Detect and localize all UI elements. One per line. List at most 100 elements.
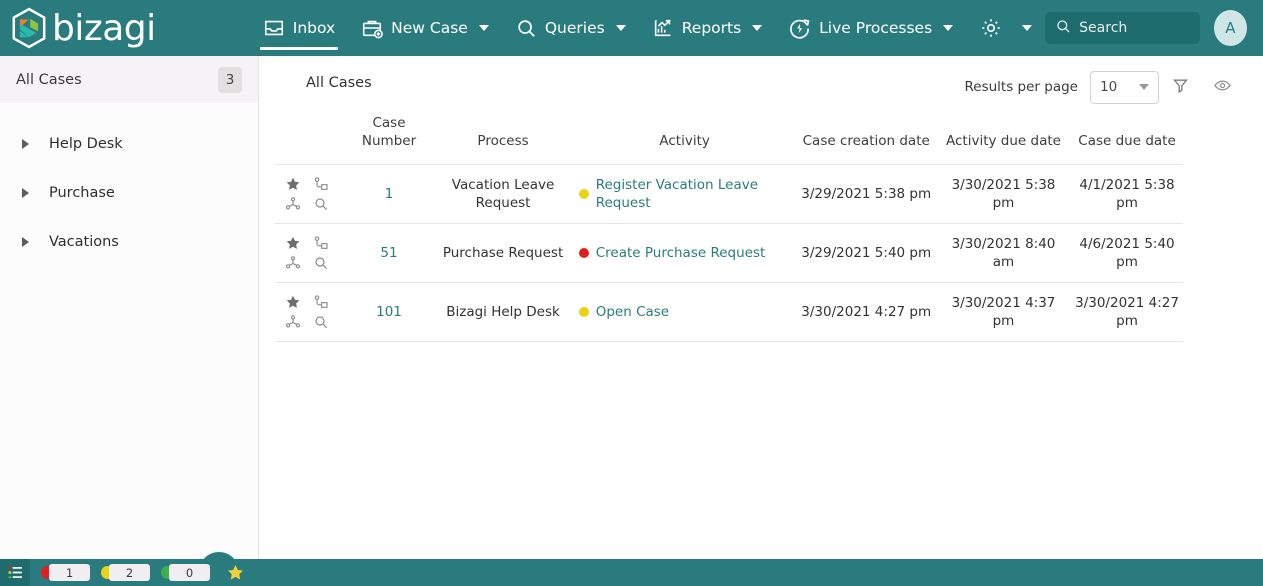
sidebar-all-cases-label: All Cases (16, 71, 82, 88)
svg-text:bizagi: bizagi (52, 8, 156, 49)
activity-link[interactable]: Create Purchase Request (596, 244, 766, 262)
nav-item-inbox-label: Inbox (292, 19, 336, 37)
sidebar-item-purchase-label: Purchase (49, 184, 115, 201)
status-counter-yellow[interactable]: 2 (101, 564, 150, 581)
process-flow-icon[interactable] (307, 292, 335, 312)
nav-item-live-processes-label: Live Processes (819, 19, 933, 37)
case-number-link[interactable]: 1 (385, 186, 394, 202)
sidebar-item-help-desk[interactable]: Help Desk (0, 119, 258, 168)
status-counter-green[interactable]: 0 (161, 564, 210, 581)
inbox-icon (263, 17, 285, 39)
sidebar-item-purchase[interactable]: Purchase (0, 168, 258, 217)
row-action-icons (279, 233, 337, 273)
status-badge (578, 189, 589, 200)
magnifier-icon[interactable] (307, 194, 335, 214)
toolbar-right: Results per page 10 (965, 59, 1243, 104)
legend-list-icon[interactable] (0, 559, 30, 586)
search-icon (515, 17, 537, 39)
cell-activity-due-date: 3/30/2021 4:37 pm (935, 282, 1072, 343)
nav-item-settings[interactable] (966, 0, 1045, 56)
avatar[interactable]: A (1213, 10, 1247, 46)
nav-item-reports-label: Reports (681, 19, 742, 37)
column-header-process[interactable]: Process (433, 106, 572, 165)
column-header-case-due-date[interactable]: Case due date (1071, 106, 1183, 165)
sidebar-tree: Help Desk Purchase Vacations (0, 103, 258, 266)
column-header-activity-due-date[interactable]: Activity due date (936, 106, 1071, 165)
table-row[interactable]: 51 Purchase Request Create Purchase Requ… (275, 223, 1183, 283)
status-badge (578, 307, 589, 318)
share-network-icon[interactable] (279, 194, 307, 214)
cell-activity: Open Case (572, 282, 797, 343)
share-network-icon[interactable] (279, 253, 307, 273)
eye-icon (1213, 76, 1232, 99)
avatar-initial: A (1225, 19, 1236, 37)
bizagi-logo-icon (12, 7, 46, 49)
star-icon[interactable] (279, 174, 307, 194)
cell-activity: Create Purchase Request (572, 223, 797, 283)
table-row[interactable]: 101 Bizagi Help Desk Open Case 3/30/2021… (275, 282, 1183, 343)
nav-items: Inbox New Case Queries Reports Live Proc… (250, 0, 1045, 56)
cell-case-number[interactable]: 51 (344, 223, 434, 283)
search-placeholder: Search (1079, 20, 1128, 36)
process-flow-icon[interactable] (307, 233, 335, 253)
star-icon[interactable] (279, 292, 307, 312)
cell-case-due-date: 4/1/2021 5:38 pm (1071, 164, 1183, 224)
main-content: All Cases Results per page 10 Case Numbe… (259, 56, 1263, 559)
sidebar: All Cases 3 Help Desk Purchase Vacations (0, 56, 259, 586)
cell-case-due-date: 4/6/2021 5:40 pm (1071, 223, 1183, 283)
status-count: 0 (169, 564, 210, 581)
status-counter-red[interactable]: 1 (41, 564, 90, 581)
nav-item-live-processes[interactable]: Live Processes (775, 0, 966, 56)
column-header-activity[interactable]: Activity (573, 106, 797, 165)
reports-chart-icon (652, 17, 674, 39)
cell-case-number[interactable]: 101 (344, 282, 434, 343)
status-count: 1 (49, 564, 90, 581)
cell-case-number[interactable]: 1 (344, 164, 434, 224)
app-root: bizagi Inbox New Case Queries Reports Li… (0, 0, 1263, 586)
sidebar-all-cases-count: 3 (218, 66, 242, 93)
nav-item-queries-label: Queries (544, 19, 605, 37)
star-icon[interactable] (279, 233, 307, 253)
sidebar-item-all-cases[interactable]: All Cases 3 (0, 56, 258, 103)
column-header-case-number[interactable]: Case Number (345, 106, 434, 165)
cell-case-creation-date: 3/30/2021 4:27 pm (796, 282, 936, 343)
cell-process: Purchase Request (433, 223, 573, 283)
cases-table-body: 1 Vacation Leave Request Register Vacati… (275, 164, 1183, 343)
activity-link[interactable]: Register Vacation Leave Request (596, 176, 793, 212)
column-header-case-creation-date[interactable]: Case creation date (797, 106, 936, 165)
gear-icon (979, 16, 1003, 40)
table-header-row: Case Number Process Activity Case creati… (275, 106, 1183, 165)
results-per-page-value: 10 (1100, 79, 1118, 95)
nav-item-new-case[interactable]: New Case (348, 0, 502, 56)
sidebar-item-vacations[interactable]: Vacations (0, 217, 258, 266)
toggle-columns-button[interactable] (1201, 71, 1243, 104)
chevron-right-icon (22, 187, 29, 198)
table-row[interactable]: 1 Vacation Leave Request Register Vacati… (275, 164, 1183, 224)
row-action-icons (279, 292, 337, 332)
chevron-down-icon (1022, 25, 1033, 31)
nav-item-inbox[interactable]: Inbox (250, 0, 348, 56)
activity-link[interactable]: Open Case (596, 303, 669, 321)
nav-item-queries[interactable]: Queries (502, 0, 639, 56)
status-badge (578, 248, 589, 259)
bizagi-wordmark: bizagi (52, 8, 156, 49)
results-per-page-select[interactable]: 10 (1090, 70, 1159, 104)
cell-process: Bizagi Help Desk (433, 282, 573, 343)
process-flow-icon[interactable] (307, 174, 335, 194)
cases-table-header: Case Number Process Activity Case creati… (275, 106, 1183, 165)
magnifier-icon[interactable] (307, 253, 335, 273)
search-icon (1055, 18, 1071, 38)
search-input[interactable]: Search (1045, 12, 1200, 44)
case-number-link[interactable]: 51 (380, 245, 397, 261)
share-network-icon[interactable] (279, 312, 307, 332)
case-number-link[interactable]: 101 (376, 304, 402, 320)
results-per-page-label: Results per page (964, 79, 1078, 95)
nav-item-reports[interactable]: Reports (639, 0, 775, 56)
chevron-down-icon (752, 25, 763, 31)
cell-activity: Register Vacation Leave Request (572, 164, 797, 224)
favorites-star-button[interactable] (226, 563, 245, 582)
brand-logo[interactable]: bizagi (0, 0, 250, 56)
magnifier-icon[interactable] (307, 312, 335, 332)
live-processes-icon (788, 17, 811, 40)
filter-button[interactable] (1159, 71, 1201, 104)
